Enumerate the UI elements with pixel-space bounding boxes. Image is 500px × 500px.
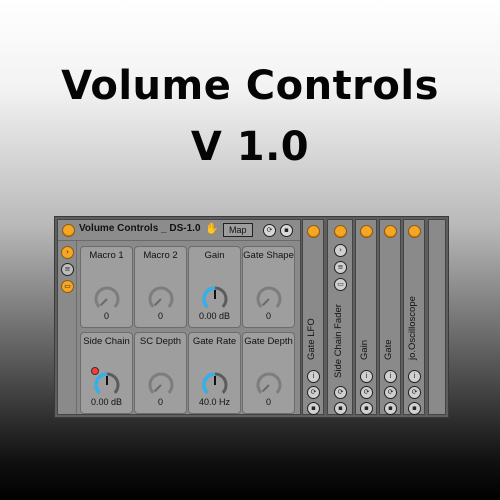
macro-value: 0 [265,311,271,321]
chain-device-side-chain-fader: › ≡ ▭ Side Chain Fader ⟳ ▪ [327,219,353,415]
device-rack: Volume Controls _ DS-1.0 ✋ Map ⟳ ▪ › ≡ ▭… [54,216,449,418]
keyboard-icon[interactable]: ▭ [334,278,347,291]
macro-label: Gate Shape [243,250,294,261]
macro-value: 0 [157,311,163,321]
macro-label: Macro 2 [143,250,178,261]
list-icon[interactable]: ≡ [61,263,74,276]
list-icon[interactable]: ≡ [334,261,347,274]
info-icon[interactable]: i [384,370,397,383]
hand-icon: ✋ [205,222,219,235]
chain-device-label: Gate LFO [306,318,317,360]
chain-device-gate: Gate i ⟳ ▪ [379,219,401,415]
macro-value: 40.0 Hz [198,397,231,407]
macro-cell: SC Depth 0 [134,332,187,414]
chain-device-label: jo.Oscilloscope [407,296,418,360]
hero-title-line2: V 1.0 [190,124,310,170]
chevron-icon[interactable]: › [334,244,347,257]
save-icon[interactable]: ▪ [360,402,373,415]
chevron-icon[interactable]: › [61,246,74,259]
macro-label: Gate Depth [244,336,293,347]
chain-device-label: Gain [359,339,370,360]
macro-knob[interactable] [255,285,283,313]
keyboard-icon[interactable]: ▭ [61,280,74,293]
modulation-dot [91,367,99,375]
macro-value: 0 [157,397,163,407]
macro-knob[interactable] [255,371,283,399]
macro-side-strip: › ≡ ▭ [58,241,77,414]
volume-controls-device: Volume Controls _ DS-1.0 ✋ Map ⟳ ▪ › ≡ ▭… [57,219,301,415]
macro-value: 0 [265,397,271,407]
macro-cell: Gate Depth 0 [242,332,295,414]
info-icon[interactable]: i [408,370,421,383]
hot-swap-icon[interactable]: ⟳ [263,224,276,237]
macro-value: 0 [103,311,109,321]
save-icon[interactable]: ▪ [280,224,293,237]
macro-label: Side Chain [83,336,130,347]
save-icon[interactable]: ▪ [384,402,397,415]
rack-end-panel [428,219,446,415]
macro-cell: Gate Rate 40.0 Hz [188,332,241,414]
power-icon[interactable] [307,225,320,238]
macro-knob[interactable] [201,285,229,313]
chain-device-gain: Gain i ⟳ ▪ [355,219,377,415]
macro-knob[interactable] [93,371,121,399]
hot-swap-icon[interactable]: ⟳ [360,386,373,399]
chain-device-oscilloscope: jo.Oscilloscope i ⟳ ▪ [403,219,425,415]
save-icon[interactable]: ▪ [408,402,421,415]
power-icon[interactable] [408,225,421,238]
macro-cell: Side Chain 0.00 dB [80,332,133,414]
chain-device-label: Side Chain Fader [333,304,344,378]
device-titlebar: Volume Controls _ DS-1.0 ✋ Map ⟳ ▪ [58,220,300,241]
save-icon[interactable]: ▪ [307,402,320,415]
macro-cell: Gain 0.00 dB [188,246,241,328]
macro-value: 0.00 dB [198,311,231,321]
macro-label: Macro 1 [89,250,124,261]
map-button[interactable]: Map [223,223,253,237]
power-icon[interactable] [62,224,75,237]
macro-label: Gate Rate [192,336,237,347]
power-icon[interactable] [334,225,347,238]
hero-title-line1: Volume Controls [61,63,439,109]
power-icon[interactable] [360,225,373,238]
power-icon[interactable] [384,225,397,238]
save-icon[interactable]: ▪ [334,402,347,415]
hot-swap-icon[interactable]: ⟳ [384,386,397,399]
macro-knob[interactable] [147,371,175,399]
macro-knob[interactable] [93,285,121,313]
macro-knob[interactable] [201,371,229,399]
info-icon[interactable]: i [360,370,373,383]
hot-swap-icon[interactable]: ⟳ [307,386,320,399]
macro-cell: Macro 1 0 [80,246,133,328]
device-title: Volume Controls _ DS-1.0 [79,223,201,234]
chain-device-label: Gate [383,339,394,360]
chain-device-gate-lfo: Gate LFO i ⟳ ▪ [302,219,324,415]
macro-label: Gain [204,250,225,261]
macro-cell: Macro 2 0 [134,246,187,328]
macro-cell: Gate Shape 0 [242,246,295,328]
macro-knob[interactable] [147,285,175,313]
macro-value: 0.00 dB [90,397,123,407]
macro-label: SC Depth [139,336,182,347]
hot-swap-icon[interactable]: ⟳ [334,386,347,399]
info-icon[interactable]: i [307,370,320,383]
hot-swap-icon[interactable]: ⟳ [408,386,421,399]
